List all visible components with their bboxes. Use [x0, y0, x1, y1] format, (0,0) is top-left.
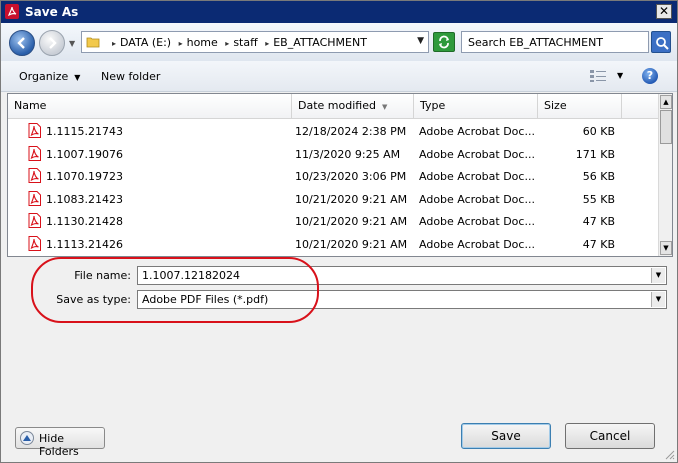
file-size: 47 KB: [582, 215, 615, 228]
save-button[interactable]: Save: [461, 423, 551, 449]
scrollbar-thumb[interactable]: [660, 110, 672, 144]
column-headers: Name Date modified ▼ Type Size: [8, 94, 658, 119]
file-date-modified: 10/21/2020 9:21 AM: [295, 215, 408, 228]
file-size: 56 KB: [582, 170, 615, 183]
file-size: 55 KB: [582, 192, 615, 206]
pdf-file-icon: [28, 123, 41, 138]
column-header-type[interactable]: Type: [414, 94, 538, 118]
file-size: 47 KB: [582, 237, 615, 251]
address-bar[interactable]: ▸ DATA (E:) ▸ home ▸ staff ▸ EB_ATTACHMENT ▼: [81, 31, 429, 53]
file-date-modified: 11/3/2020 9:25 AM: [295, 147, 401, 161]
file-row[interactable]: 1.1115.21743 12/18/2024 2:38 PM Adobe Acro…: [8, 120, 658, 142]
search-button[interactable]: [651, 31, 671, 53]
recent-locations-chevron-icon[interactable]: ▼: [69, 39, 75, 48]
navigation-bar: ▼ ▸ DATA (E:) ▸ home ▸ staff ▸ EB_ATTACHMENT…: [1, 23, 677, 61]
new-folder-button[interactable]: New folder: [101, 70, 160, 83]
breadcrumb-item[interactable]: EB_ATTACHMENT: [273, 36, 367, 49]
search-placeholder: Search EB_ATTACHMENT: [468, 36, 604, 49]
file-type: Adobe Acrobat Doc...: [419, 125, 535, 138]
breadcrumb-item[interactable]: DATA (E:): [120, 36, 171, 49]
sort-indicator-icon: ▼: [381, 103, 388, 111]
command-toolbar: Organize ▼ New folder ▼ ?: [1, 61, 677, 92]
forward-button[interactable]: [39, 30, 65, 56]
title-bar[interactable]: Save As ✕: [1, 1, 677, 23]
hide-folders-button[interactable]: Hide Folders: [15, 427, 105, 458]
save-as-type-dropdown-icon[interactable]: ▼: [651, 292, 665, 307]
file-size: 60 KB: [582, 125, 615, 138]
help-icon[interactable]: ?: [642, 68, 658, 84]
pdf-file-icon: [28, 213, 41, 228]
file-name: 1.1115.21743: [46, 125, 123, 138]
chevron-down-icon: ▼: [74, 73, 81, 82]
pdf-file-icon: [28, 235, 41, 251]
file-name-label: File name:: [74, 269, 131, 282]
scroll-up-arrow-icon[interactable]: ▲: [660, 95, 672, 109]
save-as-type-value: Adobe PDF Files (*.pdf): [142, 293, 269, 306]
hide-folders-label: Hide Folders: [39, 432, 79, 458]
column-header-size[interactable]: Size: [538, 94, 622, 118]
pdf-file-icon: [28, 168, 41, 183]
chevron-up-icon: [20, 431, 34, 445]
search-input[interactable]: Search EB_ATTACHMENT: [461, 31, 649, 53]
save-as-dialog: Save As ✕ ▼ ▸ DATA (E:) ▸ home ▸ staff ▸ EB_…: [0, 0, 678, 463]
folder-icon: [86, 37, 100, 48]
window-title: Save As: [25, 5, 79, 19]
file-row[interactable]: 1.1070.19723 10/23/2020 3:06 PM Adobe Acro…: [8, 165, 658, 187]
breadcrumb-separator-icon[interactable]: ▸: [225, 39, 229, 48]
save-as-type-label: Save as type:: [56, 293, 131, 306]
organize-label: Organize: [19, 70, 69, 83]
file-row[interactable]: 1.1113.21426 10/21/2020 9:21 AM Adobe Acro…: [8, 233, 658, 255]
breadcrumb-item[interactable]: staff: [233, 36, 257, 49]
view-options-icon[interactable]: [589, 69, 607, 83]
column-header-date-modified[interactable]: Date modified ▼: [292, 94, 414, 118]
save-as-type-select[interactable]: Adobe PDF Files (*.pdf) ▼: [137, 290, 667, 309]
file-size: 171 KB: [575, 147, 615, 161]
file-date-modified: 10/21/2020 9:21 AM: [295, 237, 408, 251]
file-name-input[interactable]: 1.1007.12182024 ▼: [137, 266, 667, 285]
breadcrumb: ▸ DATA (E:) ▸ home ▸ staff ▸ EB_ATTACHMENT: [108, 36, 367, 49]
file-name: 1.1130.21428: [46, 215, 123, 228]
file-row[interactable]: 1.1007.19076 11/3/2020 9:25 AM Adobe Acrob…: [8, 143, 658, 165]
vertical-scrollbar[interactable]: ▲ ▼: [658, 94, 672, 256]
view-dropdown-chevron-icon[interactable]: ▼: [617, 71, 623, 80]
file-name: 1.1113.21426: [46, 237, 123, 251]
breadcrumb-separator-icon[interactable]: ▸: [265, 39, 269, 48]
breadcrumb-separator-icon[interactable]: ▸: [179, 39, 183, 48]
file-type: Adobe Acrobat Doc...: [419, 192, 535, 206]
pdf-file-icon: [28, 145, 41, 161]
refresh-icon: [439, 35, 449, 49]
acrobat-app-icon: [5, 4, 19, 19]
file-name-dropdown-icon[interactable]: ▼: [651, 268, 665, 283]
organize-menu[interactable]: Organize ▼: [19, 70, 80, 83]
back-button[interactable]: [9, 30, 35, 56]
file-type: Adobe Acrobat Doc...: [419, 147, 535, 161]
file-date-modified: 10/23/2020 3:06 PM: [295, 170, 407, 183]
pdf-file-icon: [28, 190, 41, 206]
file-list[interactable]: Name Date modified ▼ Type Size 1.1115.217…: [7, 93, 673, 257]
file-type: Adobe Acrobat Doc...: [419, 215, 535, 228]
resize-grip-icon[interactable]: [663, 448, 675, 460]
file-name: 1.1083.21423: [46, 192, 123, 206]
address-dropdown-icon[interactable]: ▼: [417, 36, 424, 46]
file-row[interactable]: 1.1130.21428 10/21/2020 9:21 AM Adobe Acro…: [8, 210, 658, 232]
file-name: 1.1070.19723: [46, 170, 123, 183]
close-button[interactable]: ✕: [656, 4, 672, 19]
breadcrumb-item[interactable]: home: [187, 36, 218, 49]
file-type: Adobe Acrobat Doc...: [419, 170, 535, 183]
file-date-modified: 10/21/2020 9:21 AM: [295, 192, 408, 206]
refresh-button[interactable]: [433, 32, 455, 52]
file-name-value: 1.1007.12182024: [142, 269, 240, 282]
cancel-button[interactable]: Cancel: [565, 423, 655, 449]
search-icon: [656, 37, 669, 50]
column-header-name[interactable]: Name: [8, 94, 292, 118]
file-row[interactable]: 1.1083.21423 10/21/2020 9:21 AM Adobe Acro…: [8, 188, 658, 210]
save-form: File name: 1.1007.12182024 ▼ Save as typ…: [1, 259, 677, 329]
scroll-down-arrow-icon[interactable]: ▼: [660, 241, 672, 255]
file-name: 1.1007.19076: [46, 147, 123, 161]
file-date-modified: 12/18/2024 2:38 PM: [295, 125, 407, 138]
breadcrumb-separator-icon[interactable]: ▸: [112, 39, 116, 48]
file-type: Adobe Acrobat Doc...: [419, 237, 535, 251]
